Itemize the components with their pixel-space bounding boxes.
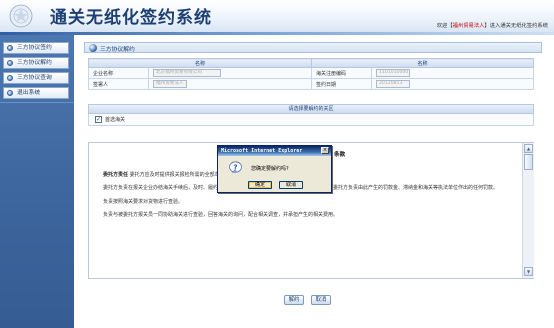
table-row: 企业名称 北京福州贸易有限公司 海关注册编码 1101010000 xyxy=(88,67,534,79)
current-user-name: 福州贸易法人 xyxy=(452,23,485,29)
sidebar-item-label: 退出系统 xyxy=(17,90,41,96)
company-name-field: 北京福州贸易有限公司 xyxy=(153,69,221,77)
field-value-cell: 北京福州贸易有限公司 xyxy=(148,67,312,79)
customs-emblem-logo xyxy=(9,4,33,28)
welcome-message: 欢迎【福州贸易法人】进入通关无纸化签约系统 xyxy=(437,21,548,29)
unsign-button[interactable]: 解约 xyxy=(284,295,304,305)
term-heading: 委托方责任 xyxy=(103,172,129,178)
bullet-icon xyxy=(7,60,13,66)
term-text: 负责与被委托方报关员一同协助海关进行查验，回答海关的询问，配合相关调查，并承担产… xyxy=(103,212,339,218)
welcome-prefix: 欢迎【 xyxy=(436,23,453,29)
table-row: 签署人 福州贸易法人 签约日期 20120813 xyxy=(88,78,534,90)
terms-scrollbar[interactable]: ▲ ▼ xyxy=(522,143,534,278)
confirm-dialog: Microsoft Internet Explorer × ? 您确定要解约吗?… xyxy=(217,145,332,193)
terms-title: 条款 xyxy=(334,152,346,158)
field-label: 签署人 xyxy=(88,78,149,90)
sidebar: 三方协议签约 三方协议解约 三方协议查询 退出系统 xyxy=(0,35,74,328)
table-header: 名称 xyxy=(88,58,312,68)
field-label: 企业名称 xyxy=(88,67,149,79)
system-title: 通关无纸化签约系统 xyxy=(50,8,212,28)
close-icon[interactable]: × xyxy=(321,147,329,154)
customs-option-row: ✓ 首选海关 xyxy=(88,114,534,126)
term-line: 负责与被委托方报关员一同协助海关进行查验，回答海关的询问，配合相关调查，并承担产… xyxy=(103,211,338,218)
sidebar-item-label: 三方协议查询 xyxy=(17,75,52,81)
sidebar-item-sign-agreement[interactable]: 三方协议签约 xyxy=(3,42,69,54)
field-label: 海关注册编码 xyxy=(311,67,372,79)
cancel-button[interactable]: 取消 xyxy=(311,295,331,305)
table-header: 名称 xyxy=(311,58,534,68)
customs-checkbox[interactable]: ✓ xyxy=(95,116,102,123)
app-header: 通关无纸化签约系统 欢迎【福州贸易法人】进入通关无纸化签约系统 xyxy=(0,0,554,32)
sidebar-item-query-agreement[interactable]: 三方协议查询 xyxy=(3,72,69,84)
sidebar-item-cancel-agreement[interactable]: 三方协议解约 xyxy=(3,57,69,69)
choose-customs-header: 请选择要解约的关区 xyxy=(88,104,534,114)
question-icon: ? xyxy=(229,161,242,174)
sidebar-item-label: 三方协议签约 xyxy=(17,45,52,51)
bullet-icon xyxy=(7,90,13,96)
scroll-down-icon[interactable]: ▼ xyxy=(524,267,533,276)
field-value-cell: 1101010000 xyxy=(371,67,534,79)
field-value-cell: 20120813 xyxy=(371,78,534,90)
customs-option-label: 首选海关 xyxy=(105,117,126,123)
field-value-cell: 福州贸易法人 xyxy=(148,78,312,90)
term-line: 负责按照海关要求对货物进行查验。 xyxy=(103,198,183,205)
breadcrumb: 三方协议解约 xyxy=(84,42,542,53)
term-text: 负责按照海关要求对货物进行查验。 xyxy=(103,199,184,205)
scroll-thumb[interactable] xyxy=(524,154,533,170)
agreement-info-table: 名称 名称 企业名称 北京福州贸易有限公司 海关注册编码 1101010000 … xyxy=(88,58,534,90)
sidebar-item-logout[interactable]: 退出系统 xyxy=(3,87,69,99)
sidebar-item-label: 三方协议解约 xyxy=(17,60,52,66)
field-label: 签约日期 xyxy=(311,78,372,90)
dialog-message: 您确定要解约吗? xyxy=(251,166,289,172)
table-header-row: 名称 名称 xyxy=(88,58,534,68)
dialog-cancel-button[interactable]: 取消 xyxy=(279,181,303,189)
sidebar-divider xyxy=(0,102,74,103)
page-title: 三方协议解约 xyxy=(100,47,135,53)
bullet-icon xyxy=(7,75,13,81)
sign-date-field: 20120813 xyxy=(376,80,410,88)
svg-text:?: ? xyxy=(233,163,237,171)
welcome-suffix: 】进入通关无纸化签约系统 xyxy=(484,23,548,29)
dialog-title: Microsoft Internet Explorer xyxy=(221,148,303,154)
signer-field: 福州贸易法人 xyxy=(153,80,187,88)
section-icon xyxy=(89,44,97,52)
dialog-ok-button[interactable]: 确定 xyxy=(248,181,272,189)
bullet-icon xyxy=(7,45,13,51)
customs-code-field: 1101010000 xyxy=(376,69,410,77)
scroll-up-icon[interactable]: ▲ xyxy=(524,144,533,153)
dialog-titlebar: Microsoft Internet Explorer × xyxy=(218,146,331,156)
